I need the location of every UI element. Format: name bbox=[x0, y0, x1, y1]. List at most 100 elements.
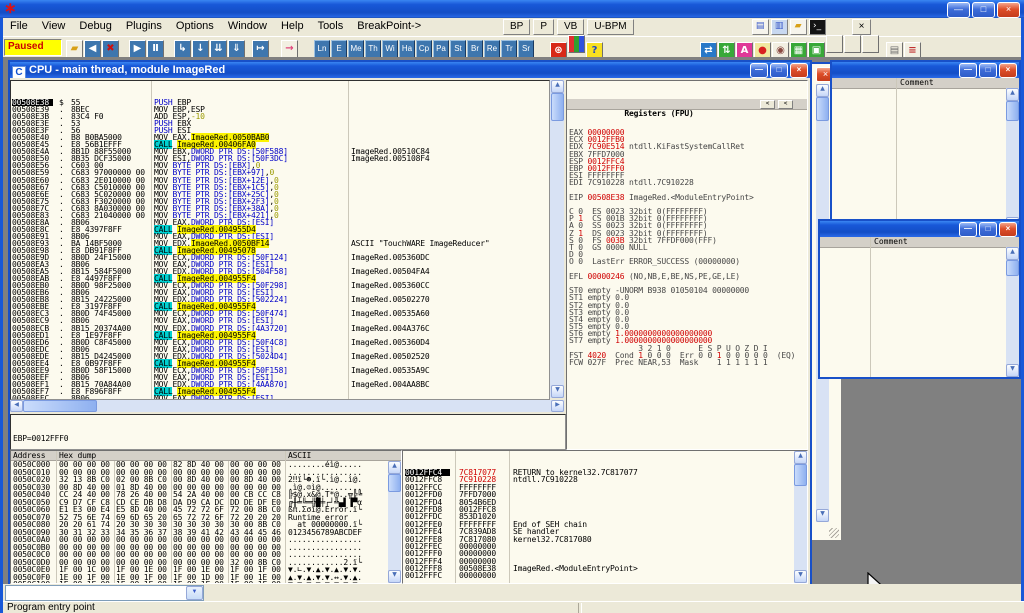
minimize-button[interactable]: — bbox=[947, 2, 970, 18]
register-line[interactable]: O 0 LastErr ERROR_SUCCESS (00000000) bbox=[567, 258, 807, 265]
status-bar: Program entry point bbox=[3, 601, 1024, 613]
pause-icon[interactable]: Ⅱ bbox=[147, 40, 164, 58]
close-toolbar-icon[interactable]: × bbox=[852, 19, 872, 35]
panel-button-th[interactable]: Th bbox=[365, 40, 381, 58]
panel-button-br[interactable]: Br bbox=[467, 40, 483, 58]
panel-button-wi[interactable]: Wi bbox=[382, 40, 398, 58]
open-file-icon[interactable]: ▰ bbox=[66, 40, 83, 58]
close-program-icon[interactable]: ✖ bbox=[102, 40, 119, 58]
register-line[interactable]: EFL 00000246 (NO,NB,E,BE,NS,PE,GE,LE) bbox=[567, 273, 807, 280]
menu-item-debug[interactable]: Debug bbox=[72, 18, 118, 32]
registers-collapse-icon[interactable]: < bbox=[760, 100, 775, 109]
stack-comment: ntdll.7C910228 bbox=[513, 476, 578, 483]
go-back-icon[interactable]: ◀ bbox=[84, 40, 101, 58]
register-line[interactable]: FCW 027F Prec NEAR,53 Mask 1 1 1 1 1 1 bbox=[567, 359, 807, 366]
close-icon[interactable]: × bbox=[790, 63, 808, 78]
disassembly-hscrollbar[interactable]: ◀ ▶ bbox=[10, 400, 564, 412]
registers-collapse-icon[interactable]: < bbox=[778, 100, 793, 109]
register-line[interactable]: EIP 00508E38 ImageRed.<ModuleEntryPoint> bbox=[567, 194, 807, 201]
stack-row[interactable]: 0012FFFC00000000 bbox=[403, 572, 807, 579]
panel-button-st[interactable]: St bbox=[450, 40, 466, 58]
disasm-comment: ImageRed.00502520 bbox=[351, 353, 429, 360]
disassembly-vscrollbar[interactable]: ▲ ▼ bbox=[550, 80, 564, 398]
panel-button-cp[interactable]: Cp bbox=[416, 40, 432, 58]
go-to-address-icon[interactable]: → bbox=[281, 40, 298, 58]
restore-button[interactable]: □ bbox=[972, 2, 995, 18]
panel-button-pa[interactable]: Pa bbox=[433, 40, 449, 58]
disasm-row[interactable]: 00508E3B.83C4 F0ADD ESP,-10 bbox=[11, 113, 549, 120]
info-pane[interactable]: EBP=0012FFF0 bbox=[10, 414, 566, 450]
comment-bottom-scrollbar[interactable]: ▲ ▼ bbox=[1006, 247, 1019, 377]
animate-over-icon[interactable]: ⇓ bbox=[228, 40, 245, 58]
register-line[interactable]: T 0 GS 0000 NULL bbox=[567, 244, 807, 251]
menu-button-vb[interactable]: VB bbox=[557, 19, 584, 35]
disasm-row[interactable]: 00508E9D.8B0D 24F15000MOV ECX,DWORD PTR … bbox=[11, 254, 549, 261]
book-icon[interactable]: ▥ bbox=[771, 19, 788, 35]
comment-window-top-titlebar[interactable]: — □ × bbox=[832, 62, 1019, 78]
disasm-comment: ImageRed.005360CC bbox=[351, 282, 429, 289]
disasm-row[interactable]: 00508EC3.8B0D 74F45000MOV ECX,DWORD PTR … bbox=[11, 310, 549, 317]
maximize-button[interactable]: □ bbox=[979, 63, 997, 78]
stack-scrollbar[interactable]: ▲ ▼ bbox=[794, 451, 807, 583]
column-header[interactable]: Comment bbox=[820, 237, 1019, 248]
disasm-row[interactable]: 00508EB0.8B0D 98F25000MOV ECX,DWORD PTR … bbox=[11, 282, 549, 289]
maximize-button[interactable]: □ bbox=[770, 63, 788, 78]
menu-item-breakpoint[interactable]: BreakPoint-> bbox=[350, 18, 428, 32]
maximize-button[interactable]: □ bbox=[979, 222, 997, 237]
command-combobox[interactable]: ▼ bbox=[5, 585, 204, 601]
disasm-comment: ImageRed.00535A9C bbox=[351, 367, 429, 374]
panel-button-ha[interactable]: Ha bbox=[399, 40, 415, 58]
minimize-button[interactable]: — bbox=[750, 63, 768, 78]
menu-button-p[interactable]: P bbox=[533, 19, 554, 35]
column-header[interactable]: Comment bbox=[832, 78, 1019, 89]
chevron-down-icon[interactable]: ▼ bbox=[186, 586, 203, 600]
disasm-row[interactable]: 00508ED6.8B0D C8F45000MOV ECX,DWORD PTR … bbox=[11, 339, 549, 346]
panel-button-ln[interactable]: Ln bbox=[314, 40, 330, 58]
close-icon[interactable]: × bbox=[999, 63, 1017, 78]
stack-comment: ImageRed.<ModuleEntryPoint> bbox=[513, 565, 638, 572]
comment-window-bottom-titlebar[interactable]: — □ × bbox=[820, 221, 1019, 237]
resize-grip[interactable] bbox=[829, 528, 839, 538]
folder-icon[interactable]: ▰ bbox=[790, 19, 807, 35]
disasm-row[interactable]: 00508E38$55PUSH EBP bbox=[11, 99, 549, 106]
disasm-row[interactable]: 00508E3E.53PUSH EBX bbox=[11, 120, 549, 127]
hexdump-scrollbar[interactable]: ▲ ▼ bbox=[388, 461, 401, 583]
comment-top-scrollbar[interactable]: ▲ ▼ bbox=[1006, 88, 1019, 230]
menu-button-bp[interactable]: BP bbox=[503, 19, 530, 35]
comment-column-label: Comment bbox=[874, 237, 908, 247]
console-icon[interactable]: ›_ bbox=[809, 19, 826, 35]
disasm-comment: ImageRed.004AA8BC bbox=[351, 381, 429, 388]
disasm-row[interactable]: 00508EF7.E8 F896F8FFCALL ImageRed.004955… bbox=[11, 388, 549, 395]
panel-button-me[interactable]: Me bbox=[348, 40, 364, 58]
disasm-row[interactable]: 00508E83.C683 21040000 00MOV BYTE PTR DS… bbox=[11, 212, 549, 219]
panel-button-sr[interactable]: Sr bbox=[518, 40, 534, 58]
execute-till-return-icon[interactable]: ↦ bbox=[252, 40, 269, 58]
menu-button-u-bpm[interactable]: U-BPM bbox=[587, 19, 633, 35]
appearance-icon[interactable] bbox=[568, 35, 585, 53]
step-over-icon[interactable]: ↓ bbox=[192, 40, 209, 58]
close-button[interactable]: × bbox=[997, 2, 1020, 18]
close-icon[interactable]: × bbox=[999, 222, 1017, 237]
panel-button-e[interactable]: E bbox=[331, 40, 347, 58]
menu-item-plugins[interactable]: Plugins bbox=[119, 18, 169, 32]
step-into-icon[interactable]: ↳ bbox=[174, 40, 191, 58]
menu-item-window[interactable]: Window bbox=[221, 18, 274, 32]
animate-into-icon[interactable]: ⇊ bbox=[210, 40, 227, 58]
menu-item-tools[interactable]: Tools bbox=[311, 18, 351, 32]
minimize-button[interactable]: — bbox=[959, 63, 977, 78]
disasm-row[interactable]: 00508E8C.E8 4397F8FFCALL ImageRed.004955… bbox=[11, 226, 549, 233]
menu-item-help[interactable]: Help bbox=[274, 18, 311, 32]
cpu-window-title: CPU - main thread, module ImageRed bbox=[29, 64, 225, 76]
panel-button-re[interactable]: Re bbox=[484, 40, 500, 58]
menu-item-file[interactable]: File bbox=[3, 18, 35, 32]
cpu-titlebar[interactable]: CCPU - main thread, module ImageRed — □ … bbox=[10, 62, 810, 78]
minimize-button[interactable]: — bbox=[959, 222, 977, 237]
run-icon[interactable]: ▶ bbox=[129, 40, 146, 58]
menu-item-options[interactable]: Options bbox=[169, 18, 221, 32]
disasm-comment: ImageRed.00535A60 bbox=[351, 310, 429, 317]
panel-button-tr[interactable]: Tr bbox=[501, 40, 517, 58]
notes-icon[interactable]: ▤ bbox=[752, 19, 769, 35]
register-line[interactable]: EDI 7C910228 ntdll.7C910228 bbox=[567, 179, 807, 186]
disasm-row[interactable]: 00508EE9.8B0D 58F15000MOV ECX,DWORD PTR … bbox=[11, 367, 549, 374]
menu-item-view[interactable]: View bbox=[35, 18, 73, 32]
